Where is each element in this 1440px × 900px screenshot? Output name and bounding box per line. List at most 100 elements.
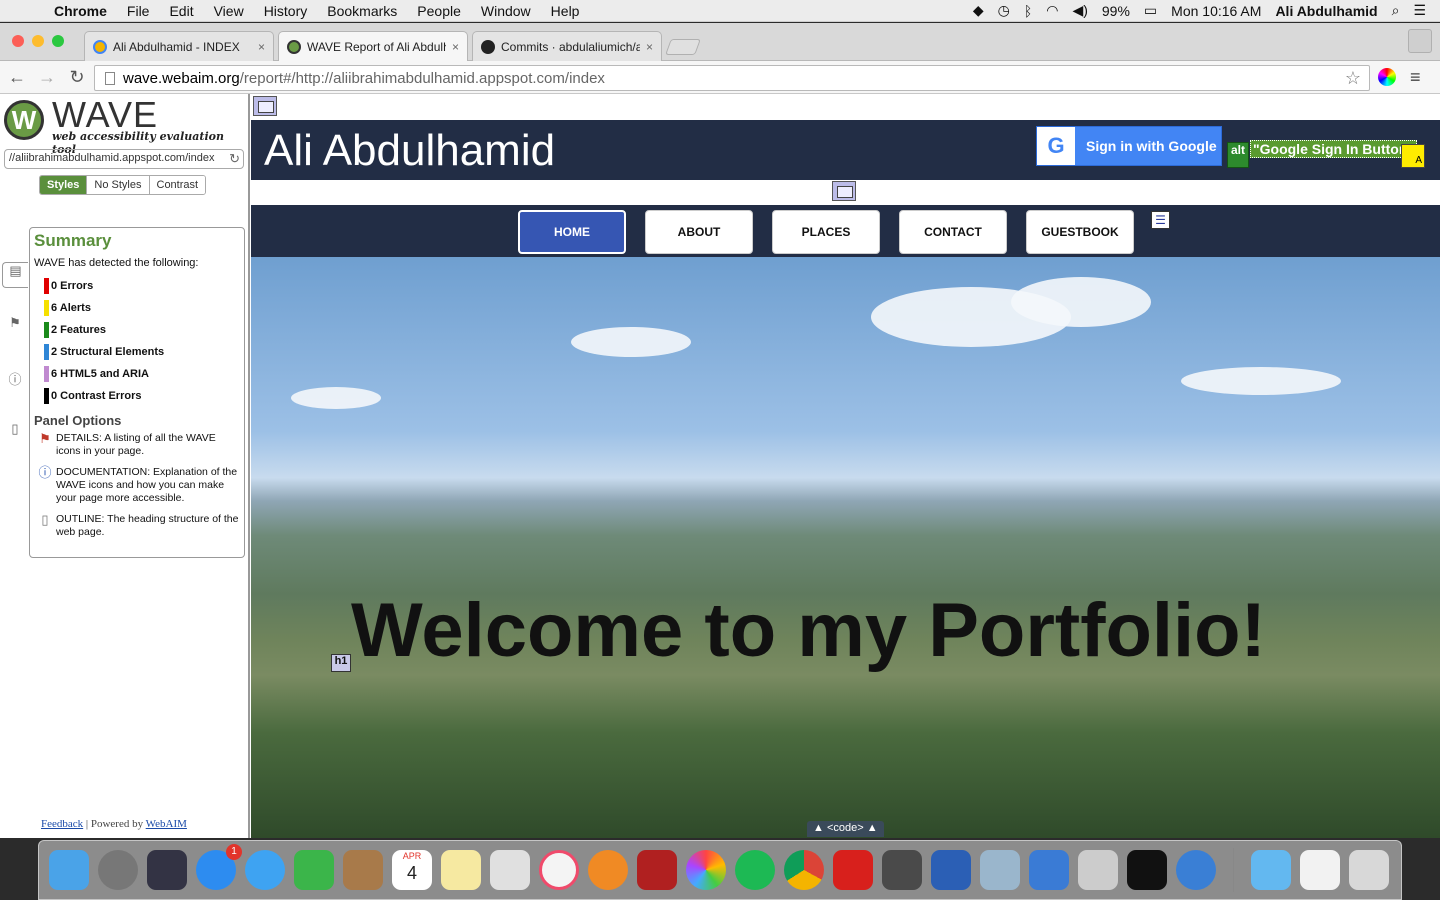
- webaim-link[interactable]: WebAIM: [146, 818, 187, 830]
- preview-icon[interactable]: [980, 850, 1020, 890]
- documents-stack-icon[interactable]: [1300, 850, 1340, 890]
- zoom-window-button[interactable]: [52, 35, 64, 47]
- reload-icon[interactable]: ↻: [229, 151, 240, 167]
- spotify-icon[interactable]: [735, 850, 775, 890]
- forward-arrow-icon[interactable]: →: [34, 64, 60, 90]
- volume-icon[interactable]: ◀): [1072, 2, 1087, 19]
- tab-wave-report[interactable]: WAVE Report of Ali Abdulh ×: [278, 31, 468, 62]
- menu-bookmarks[interactable]: Bookmarks: [317, 3, 407, 19]
- nav-places[interactable]: PLACES: [772, 210, 880, 254]
- reload-icon[interactable]: ↻: [64, 64, 90, 90]
- back-arrow-icon[interactable]: ←: [4, 64, 30, 90]
- cyberduck-icon[interactable]: [1078, 850, 1118, 890]
- menu-edit[interactable]: Edit: [159, 3, 203, 19]
- contrast-alert-icon[interactable]: A: [1401, 144, 1425, 168]
- tab-github-commits[interactable]: Commits · abdulaliumich/a ×: [472, 31, 662, 61]
- google-sign-in-button[interactable]: G Sign in with Google: [1036, 126, 1222, 166]
- close-window-button[interactable]: [12, 35, 24, 47]
- details-flag-icon[interactable]: ⚑: [4, 315, 26, 337]
- color-extension-icon[interactable]: [1378, 68, 1396, 86]
- menu-history[interactable]: History: [254, 3, 318, 19]
- menu-file[interactable]: File: [117, 3, 160, 19]
- clock[interactable]: Mon 10:16 AM: [1171, 3, 1261, 19]
- category-features[interactable]: 2 Features: [34, 319, 240, 341]
- photos-icon[interactable]: [686, 850, 726, 890]
- contrast-button[interactable]: Contrast: [149, 176, 206, 194]
- close-tab-icon[interactable]: ×: [258, 40, 265, 54]
- dropbox-icon[interactable]: ◆: [973, 2, 984, 19]
- new-tab-button[interactable]: [665, 39, 701, 55]
- network-utility-icon[interactable]: [1176, 850, 1216, 890]
- nav-home[interactable]: HOME: [518, 210, 626, 254]
- feedback-link[interactable]: Feedback: [41, 818, 83, 830]
- outline-document-icon[interactable]: ▯: [4, 421, 26, 443]
- word-icon[interactable]: [931, 850, 971, 890]
- menu-view[interactable]: View: [204, 3, 254, 19]
- wave-url-input[interactable]: //aliibrahimabdulhamid.appspot.com/index…: [4, 149, 244, 169]
- profile-icon[interactable]: [1408, 29, 1432, 53]
- user-name[interactable]: Ali Abdulhamid: [1275, 3, 1377, 19]
- ibooks-icon[interactable]: [588, 850, 628, 890]
- option-details[interactable]: ⚑ DETAILS: A listing of all the WAVE icon…: [34, 432, 240, 458]
- option-outline[interactable]: ▯ OUTLINE: The heading structure of the w…: [34, 513, 240, 539]
- safari-icon[interactable]: [245, 850, 285, 890]
- category-alerts[interactable]: 6 Alerts: [34, 297, 240, 319]
- notification-center-icon[interactable]: ☰: [1413, 2, 1426, 19]
- alt-text-icon[interactable]: alt: [1227, 142, 1249, 168]
- styles-button[interactable]: Styles: [40, 176, 88, 194]
- launchpad-icon[interactable]: [98, 850, 138, 890]
- downloads-folder-icon[interactable]: [1251, 850, 1291, 890]
- h1-heading-icon[interactable]: h1: [331, 654, 351, 672]
- header-region-icon[interactable]: [253, 96, 277, 116]
- unordered-list-icon[interactable]: ☰: [1151, 211, 1170, 229]
- chrome-menu-icon[interactable]: ≡: [1410, 67, 1421, 88]
- terminal-icon[interactable]: [1127, 850, 1167, 890]
- wifi-icon[interactable]: ◠: [1046, 2, 1058, 19]
- trash-icon[interactable]: [1349, 850, 1389, 890]
- menu-app-name[interactable]: Chrome: [44, 3, 117, 19]
- mission-control-icon[interactable]: [147, 850, 187, 890]
- tab-index[interactable]: Ali Abdulhamid - INDEX ×: [84, 31, 274, 61]
- nav-about[interactable]: ABOUT: [645, 210, 753, 254]
- app-store-icon[interactable]: 1: [196, 844, 242, 890]
- close-tab-icon[interactable]: ×: [646, 40, 653, 54]
- reminders-icon[interactable]: [490, 850, 530, 890]
- photo-booth-icon[interactable]: [637, 850, 677, 890]
- bookmark-star-icon[interactable]: ☆: [1345, 68, 1361, 89]
- category-html5-aria[interactable]: 6 HTML5 and ARIA: [34, 363, 240, 385]
- no-styles-button[interactable]: No Styles: [87, 176, 150, 194]
- battery-icon[interactable]: ▭: [1144, 2, 1157, 19]
- nav-guestbook[interactable]: GUESTBOOK: [1026, 210, 1134, 254]
- category-errors[interactable]: 0 Errors: [34, 275, 240, 297]
- category-contrast-errors[interactable]: 0 Contrast Errors: [34, 385, 240, 407]
- code-toggle-bar[interactable]: ▲ <code> ▲: [807, 821, 884, 837]
- bluetooth-icon[interactable]: ᛒ: [1024, 3, 1032, 19]
- option-documentation[interactable]: ⓘ DOCUMENTATION: Explanation of the WAVE …: [34, 466, 240, 505]
- minimize-window-button[interactable]: [32, 35, 44, 47]
- itunes-icon[interactable]: [539, 850, 579, 890]
- facetime-icon[interactable]: [294, 850, 334, 890]
- sublime-text-icon[interactable]: [882, 850, 922, 890]
- documentation-info-icon[interactable]: ⓘ: [4, 369, 26, 391]
- menu-people[interactable]: People: [407, 3, 471, 19]
- address-bar[interactable]: wave.webaim.org/report#/http://aliibrahi…: [94, 65, 1370, 91]
- nav-contact[interactable]: CONTACT: [899, 210, 1007, 254]
- category-structural[interactable]: 2 Structural Elements: [34, 341, 240, 363]
- calendar-icon[interactable]: APR 4: [392, 850, 432, 890]
- summary-clipboard-icon[interactable]: ▤: [2, 262, 28, 288]
- acrobat-icon[interactable]: [833, 850, 873, 890]
- close-tab-icon[interactable]: ×: [452, 40, 459, 54]
- time-machine-icon[interactable]: ◷: [998, 2, 1010, 19]
- xcode-icon[interactable]: [1029, 850, 1069, 890]
- notes-icon[interactable]: [441, 850, 481, 890]
- menu-help[interactable]: Help: [541, 3, 590, 19]
- wave-logo[interactable]: W WAVE web accessibility evaluation tool: [4, 96, 246, 156]
- finder-icon[interactable]: [49, 850, 89, 890]
- option-text: OUTLINE: The heading structure of the we…: [56, 513, 239, 538]
- contacts-icon[interactable]: [343, 850, 383, 890]
- spotlight-search-icon[interactable]: ⌕: [1392, 2, 1400, 19]
- battery-percent[interactable]: 99%: [1102, 3, 1130, 19]
- menu-window[interactable]: Window: [471, 3, 541, 19]
- chrome-icon[interactable]: [784, 850, 824, 890]
- nav-region-icon[interactable]: [832, 181, 856, 201]
